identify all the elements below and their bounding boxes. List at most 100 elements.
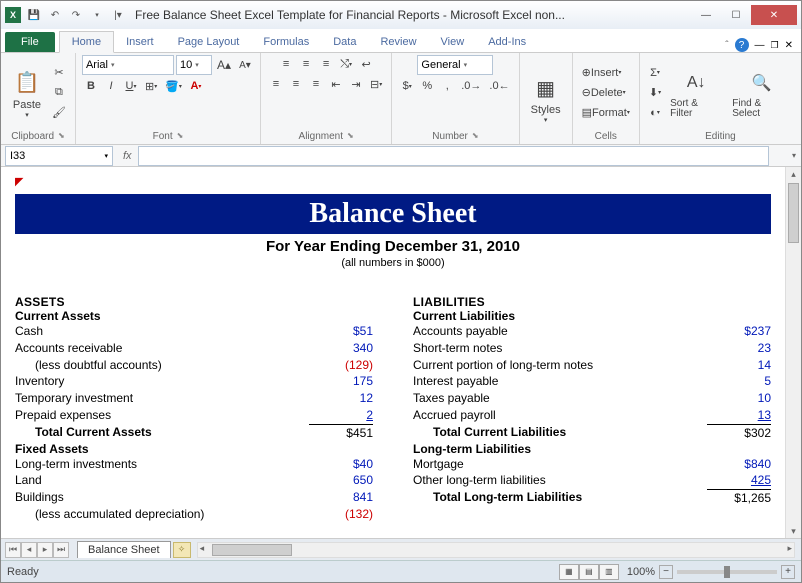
maximize-button[interactable]: ☐ [721, 5, 751, 25]
save-icon[interactable]: 💾 [25, 6, 43, 24]
fixed-assets-header: Fixed Assets [15, 442, 373, 456]
bold-button[interactable]: B [82, 77, 100, 95]
name-box[interactable]: I33▾ [5, 146, 113, 166]
qat-dd-icon[interactable]: ▾ [88, 6, 106, 24]
merge-icon[interactable]: ⊟▾ [367, 75, 385, 93]
status-bar: Ready ▦ ▤ ▥ 100% − + [1, 560, 801, 582]
doc-minimize-icon[interactable]: — [755, 40, 765, 51]
increase-indent-icon[interactable]: ⇥ [347, 75, 365, 93]
last-sheet-icon[interactable]: ⏭ [53, 542, 69, 558]
italic-button[interactable]: I [102, 77, 120, 95]
decrease-decimal-icon[interactable]: .0← [486, 77, 512, 95]
group-editing: Σ▾ ⬇▾ ◐▾ A↓Sort & Filter 🔍Find & Select … [640, 53, 801, 144]
align-right-icon[interactable]: ≡ [307, 75, 325, 93]
formula-bar[interactable] [138, 146, 769, 166]
next-sheet-icon[interactable]: ▸ [37, 542, 53, 558]
doc-restore-icon[interactable]: ❐ [771, 40, 779, 51]
vertical-scrollbar[interactable] [785, 167, 801, 538]
clipboard-launcher-icon[interactable]: ⬊ [58, 131, 65, 142]
copy-icon[interactable]: ⧉ [49, 84, 69, 102]
line-value: 12 [309, 390, 373, 407]
prev-sheet-icon[interactable]: ◂ [21, 542, 37, 558]
percent-icon[interactable]: % [418, 77, 436, 95]
line-item: Mortgage$840 [413, 456, 771, 473]
horizontal-scrollbar[interactable] [197, 542, 795, 558]
align-left-icon[interactable]: ≡ [267, 75, 285, 93]
shrink-font-icon[interactable]: A▾ [236, 56, 254, 74]
increase-decimal-icon[interactable]: .0→ [458, 77, 484, 95]
help-icon[interactable]: ? [735, 38, 749, 52]
minimize-ribbon-icon[interactable]: ˆ [725, 40, 728, 51]
sheet-viewport[interactable]: ◤ Balance Sheet For Year Ending December… [1, 167, 785, 538]
tab-file[interactable]: File [5, 32, 55, 52]
hscroll-thumb[interactable] [212, 544, 292, 556]
font-name-combo[interactable]: Arial▾ [82, 55, 174, 75]
find-select-button[interactable]: 🔍Find & Select [728, 65, 795, 121]
align-top-icon[interactable]: ≡ [277, 55, 295, 73]
format-painter-icon[interactable]: 🖌 [49, 104, 69, 122]
pagebreak-view-icon[interactable]: ▥ [599, 564, 619, 580]
align-center-icon[interactable]: ≡ [287, 75, 305, 93]
sort-filter-button[interactable]: A↓Sort & Filter [666, 65, 726, 121]
minimize-button[interactable]: — [691, 5, 721, 25]
tab-data[interactable]: Data [321, 32, 368, 52]
zoom-in-icon[interactable]: + [781, 565, 795, 579]
zoom-out-icon[interactable]: − [659, 565, 673, 579]
tab-insert[interactable]: Insert [114, 32, 166, 52]
align-bottom-icon[interactable]: ≡ [317, 55, 335, 73]
close-button[interactable]: ✕ [751, 5, 797, 25]
styles-button[interactable]: ▦Styles▾ [526, 70, 566, 126]
ribbon-tabs: File Home Insert Page Layout Formulas Da… [1, 29, 801, 53]
sum-icon[interactable]: Σ▾ [646, 64, 664, 82]
zoom-level[interactable]: 100% [627, 566, 655, 578]
delete-button[interactable]: ⊖ Delete ▾ [579, 84, 629, 102]
cut-icon[interactable]: ✂ [49, 64, 69, 82]
tab-formulas[interactable]: Formulas [251, 32, 321, 52]
tab-home[interactable]: Home [59, 31, 114, 53]
fill-color-icon[interactable]: 🪣▾ [162, 77, 185, 95]
format-button[interactable]: ▤ Format ▾ [579, 104, 633, 122]
align-middle-icon[interactable]: ≡ [297, 55, 315, 73]
orientation-icon[interactable]: ⤭▾ [337, 55, 355, 73]
tab-view[interactable]: View [429, 32, 477, 52]
tab-addins[interactable]: Add-Ins [476, 32, 538, 52]
line-value: (129) [309, 357, 373, 374]
vscroll-thumb[interactable] [788, 183, 799, 243]
normal-view-icon[interactable]: ▦ [559, 564, 579, 580]
tab-review[interactable]: Review [368, 32, 428, 52]
line-item: Buildings841 [15, 489, 373, 506]
redo-icon[interactable]: ↷ [67, 6, 85, 24]
currency-icon[interactable]: $▾ [398, 77, 416, 95]
group-number: General▾ $▾ % , .0→ .0← Number⬊ [392, 53, 519, 144]
paste-button[interactable]: 📋Paste▾ [7, 65, 47, 121]
group-clipboard: 📋Paste▾ ✂ ⧉ 🖌 Clipboard⬊ [1, 53, 76, 144]
font-launcher-icon[interactable]: ⬊ [177, 131, 184, 142]
alignment-launcher-icon[interactable]: ⬊ [347, 131, 354, 142]
current-assets-header: Current Assets [15, 309, 373, 323]
doc-close-icon[interactable]: ✕ [785, 40, 793, 51]
number-format-combo[interactable]: General▾ [417, 55, 493, 75]
fx-icon[interactable]: fx [117, 150, 138, 162]
comma-icon[interactable]: , [438, 77, 456, 95]
first-sheet-icon[interactable]: ⏮ [5, 542, 21, 558]
insert-button[interactable]: ⊕ Insert ▾ [579, 64, 625, 82]
grow-font-icon[interactable]: A▴ [214, 56, 234, 74]
underline-button[interactable]: U▾ [122, 77, 140, 95]
wrap-text-icon[interactable]: ↩ [357, 55, 375, 73]
fill-icon[interactable]: ⬇▾ [646, 84, 664, 102]
sheet-tab[interactable]: Balance Sheet [77, 541, 171, 558]
line-item: Inventory175 [15, 373, 373, 390]
line-item: Current portion of long-term notes14 [413, 357, 771, 374]
undo-icon[interactable]: ↶ [46, 6, 64, 24]
clear-icon[interactable]: ◐▾ [646, 104, 664, 122]
number-launcher-icon[interactable]: ⬊ [472, 131, 479, 142]
zoom-slider[interactable] [677, 570, 777, 574]
add-sheet-icon[interactable]: ✧ [173, 542, 191, 558]
tab-pagelayout[interactable]: Page Layout [166, 32, 252, 52]
pagelayout-view-icon[interactable]: ▤ [579, 564, 599, 580]
font-size-combo[interactable]: 10▾ [176, 55, 212, 75]
decrease-indent-icon[interactable]: ⇤ [327, 75, 345, 93]
expand-formula-icon[interactable]: ▾ [787, 151, 801, 160]
border-icon[interactable]: ⊞▾ [142, 77, 160, 95]
font-color-icon[interactable]: A▾ [187, 77, 205, 95]
